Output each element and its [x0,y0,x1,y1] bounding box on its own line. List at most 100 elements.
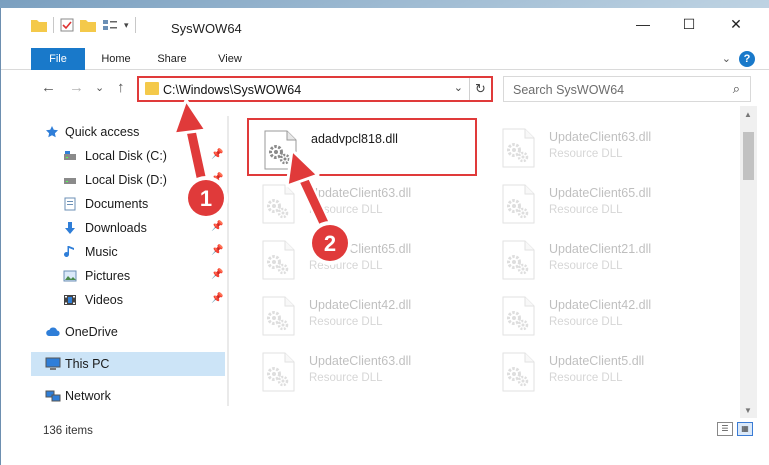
refresh-button[interactable]: ↻ [469,78,491,100]
file-item[interactable]: UpdateClient42.dll Resource DLL [247,286,477,344]
file-type: Resource DLL [549,148,623,160]
sidebar-item-local-disk-c[interactable]: Local Disk (C:) 📌 [31,144,225,168]
dll-file-icon [502,128,535,168]
sidebar-item-videos[interactable]: Videos 📌 [31,288,225,312]
properties-icon[interactable] [60,18,74,32]
file-type: Resource DLL [549,260,623,272]
customize-view-icon[interactable] [102,18,118,32]
file-type: Resource DLL [309,372,383,384]
file-type: Resource DLL [309,204,383,216]
tab-file[interactable]: File [31,48,85,70]
new-folder-icon[interactable] [80,18,96,32]
help-icon[interactable]: ? [739,51,755,67]
search-icon[interactable]: ⌕ [733,81,740,97]
file-name: UpdateClient63.dll [309,186,412,200]
drive-icon [64,178,76,184]
scroll-down-icon[interactable]: ▼ [744,406,752,415]
search-input[interactable]: Search SysWOW64 ⌕ [503,76,751,102]
sidebar-item-label: Music [85,245,118,259]
sidebar-item-onedrive[interactable]: OneDrive [31,320,225,344]
recent-locations-button[interactable]: ⌄ [95,81,104,94]
file-name: UpdateClient65.dll [549,186,652,200]
sidebar-item-pictures[interactable]: Pictures 📌 [31,264,225,288]
tab-home[interactable]: Home [93,48,139,70]
minimize-button[interactable]: — [620,8,666,40]
file-list: adadvpcl818.dll UpdateClient63.dll Resourc… [237,106,737,418]
scrollbar-thumb[interactable] [743,132,754,180]
file-item[interactable]: UpdateClient63.dll Resource DLL [247,342,477,400]
file-name: UpdateClient63.dll [549,130,652,144]
pin-icon: 📌 [211,197,224,208]
pin-icon: 📌 [211,293,224,304]
file-item[interactable]: UpdateClient65.dll Resource DLL [487,174,717,232]
sidebar-item-label: OneDrive [65,325,118,339]
sidebar-item-label: Videos [85,293,123,307]
sidebar-item-music[interactable]: Music 📌 [31,240,225,264]
dll-file-icon [502,352,535,392]
dll-file-icon [262,352,295,392]
music-icon [64,246,74,257]
sidebar-item-this-pc[interactable]: This PC [31,352,225,376]
file-item[interactable]: UpdateClient63.dll Resource DLL [487,118,717,176]
qat-dropdown-icon[interactable]: ▾ [124,20,129,31]
folder-icon [145,82,159,95]
pin-icon: 📌 [211,221,224,232]
file-name: UpdateClient42.dll [549,298,652,312]
folder-icon[interactable] [31,18,47,32]
scroll-up-icon[interactable]: ▲ [744,110,752,119]
forward-button[interactable]: → [69,79,84,96]
cloud-icon [46,327,60,336]
up-button[interactable]: ↑ [117,79,125,96]
ribbon-tabs: File Home Share View ⌄ ? [1,48,769,70]
file-item[interactable]: UpdateClient63.dll Resource DLL [247,174,477,232]
vertical-scrollbar[interactable]: ▲ ▼ [740,106,757,418]
large-icons-view-icon[interactable]: ▦ [737,422,753,436]
file-item[interactable]: UpdateClient42.dll Resource DLL [487,286,717,344]
dll-file-icon [264,130,297,170]
file-name: UpdateClient21.dll [549,242,652,256]
tab-share[interactable]: Share [149,48,195,70]
search-placeholder: Search SysWOW64 [513,83,625,97]
address-bar[interactable]: C:\Windows\SysWOW64 ⌄ ↻ [137,76,493,102]
expand-ribbon-icon[interactable]: ⌄ [722,52,731,65]
sidebar-item-local-disk-d[interactable]: Local Disk (D:) 📌 [31,168,225,192]
sidebar-item-label: Local Disk (C:) [85,149,167,163]
file-name: UpdateClient65.dll [309,242,412,256]
file-type: Resource DLL [309,260,383,272]
sidebar-item-label: This PC [65,357,110,371]
navigation-pane-divider [227,116,229,406]
tab-view[interactable]: View [207,48,253,70]
sidebar-item-quick-access[interactable]: Quick access [31,120,225,144]
pin-icon: 📌 [211,149,224,160]
toolbar-separator [53,17,54,33]
documents-icon [64,197,76,211]
title-bar: ▾ SysWOW64 — ☐ ✕ [1,8,769,44]
close-button[interactable]: ✕ [713,8,759,40]
sidebar-item-documents[interactable]: Documents 📌 [31,192,225,216]
back-button[interactable]: ← [41,79,56,96]
file-name: UpdateClient5.dll [549,354,645,368]
dll-file-icon [262,184,295,224]
details-view-icon[interactable]: ☰ [717,422,733,436]
file-item[interactable]: UpdateClient21.dll Resource DLL [487,230,717,288]
download-icon [65,222,75,234]
maximize-button[interactable]: ☐ [666,8,712,40]
file-item[interactable]: UpdateClient5.dll Resource DLL [487,342,717,400]
toolbar-separator [134,17,136,33]
file-item-highlighted[interactable]: adadvpcl818.dll [247,118,477,176]
sidebar-item-label: Network [65,389,111,403]
file-item[interactable]: UpdateClient65.dll Resource DLL [247,230,477,288]
file-type: Resource DLL [549,316,623,328]
navigation-pane: Quick access Local Disk (C:) 📌 Local Dis… [31,116,225,406]
file-name: adadvpcl818.dll [311,132,398,146]
view-switcher: ☰ ▦ [717,422,753,436]
dll-file-icon [262,240,295,280]
file-type: Resource DLL [549,372,623,384]
sidebar-item-downloads[interactable]: Downloads 📌 [31,216,225,240]
address-path[interactable]: C:\Windows\SysWOW64 [163,83,301,97]
sidebar-item-label: Pictures [85,269,131,283]
sidebar-item-label: Downloads [85,221,147,235]
address-dropdown-icon[interactable]: ⌄ [454,81,463,94]
window-title: SysWOW64 [171,21,242,36]
sidebar-item-network[interactable]: Network [31,384,225,408]
